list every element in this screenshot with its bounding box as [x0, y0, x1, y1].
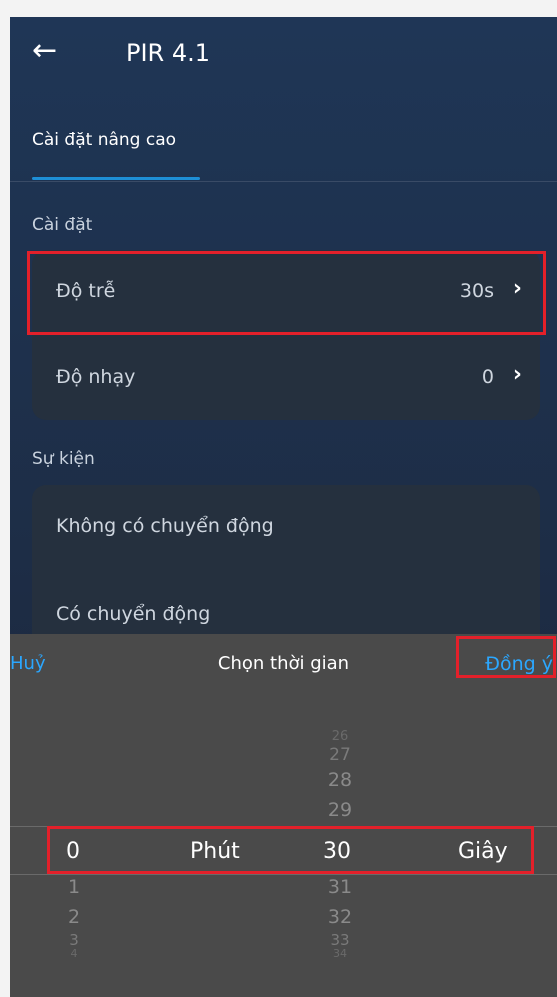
minutes-option[interactable]: 4: [59, 947, 89, 960]
app-screen: ← PIR 4.1 Cài đặt nâng cao Cài đặt Độ tr…: [10, 17, 557, 997]
section-events-label: Sự kiện: [32, 449, 95, 469]
seconds-option[interactable]: 28: [310, 769, 370, 791]
highlight-selected-time: [47, 826, 534, 874]
chevron-right-icon: ›: [512, 362, 522, 387]
sensitivity-value: 0: [481, 366, 494, 388]
back-button[interactable]: ←: [32, 33, 72, 69]
section-settings-label: Cài đặt: [32, 215, 93, 235]
picker-selection-bottom-line: [10, 874, 557, 875]
divider: [10, 181, 557, 182]
seconds-option[interactable]: 31: [310, 876, 370, 898]
seconds-option[interactable]: 32: [310, 906, 370, 928]
top-bar: ← PIR 4.1: [10, 17, 557, 87]
event-no-motion-row[interactable]: Không có chuyển động: [32, 485, 540, 573]
tab-indicator: [32, 177, 200, 180]
seconds-option[interactable]: 34: [310, 947, 370, 960]
seconds-option[interactable]: 29: [310, 799, 370, 821]
event-no-motion-label: Không có chuyển động: [56, 515, 274, 537]
event-motion-label: Có chuyển động: [56, 603, 211, 625]
arrow-left-icon: ←: [32, 33, 58, 68]
highlight-delay-row: [27, 251, 546, 335]
highlight-confirm-button: [456, 636, 556, 678]
sensitivity-row[interactable]: Độ nhạy 0 ›: [32, 336, 540, 424]
time-picker-sheet: Huỷ Chọn thời gian Đồng ý 26 27 28 29 0 …: [10, 634, 557, 997]
minutes-option[interactable]: 2: [59, 906, 89, 928]
page-title: PIR 4.1: [126, 39, 211, 67]
tab-advanced-settings[interactable]: Cài đặt nâng cao: [32, 130, 176, 150]
seconds-option[interactable]: 26: [310, 729, 370, 744]
seconds-option[interactable]: 27: [310, 745, 370, 765]
minutes-option[interactable]: 1: [59, 876, 89, 898]
sensitivity-label: Độ nhạy: [56, 366, 136, 388]
